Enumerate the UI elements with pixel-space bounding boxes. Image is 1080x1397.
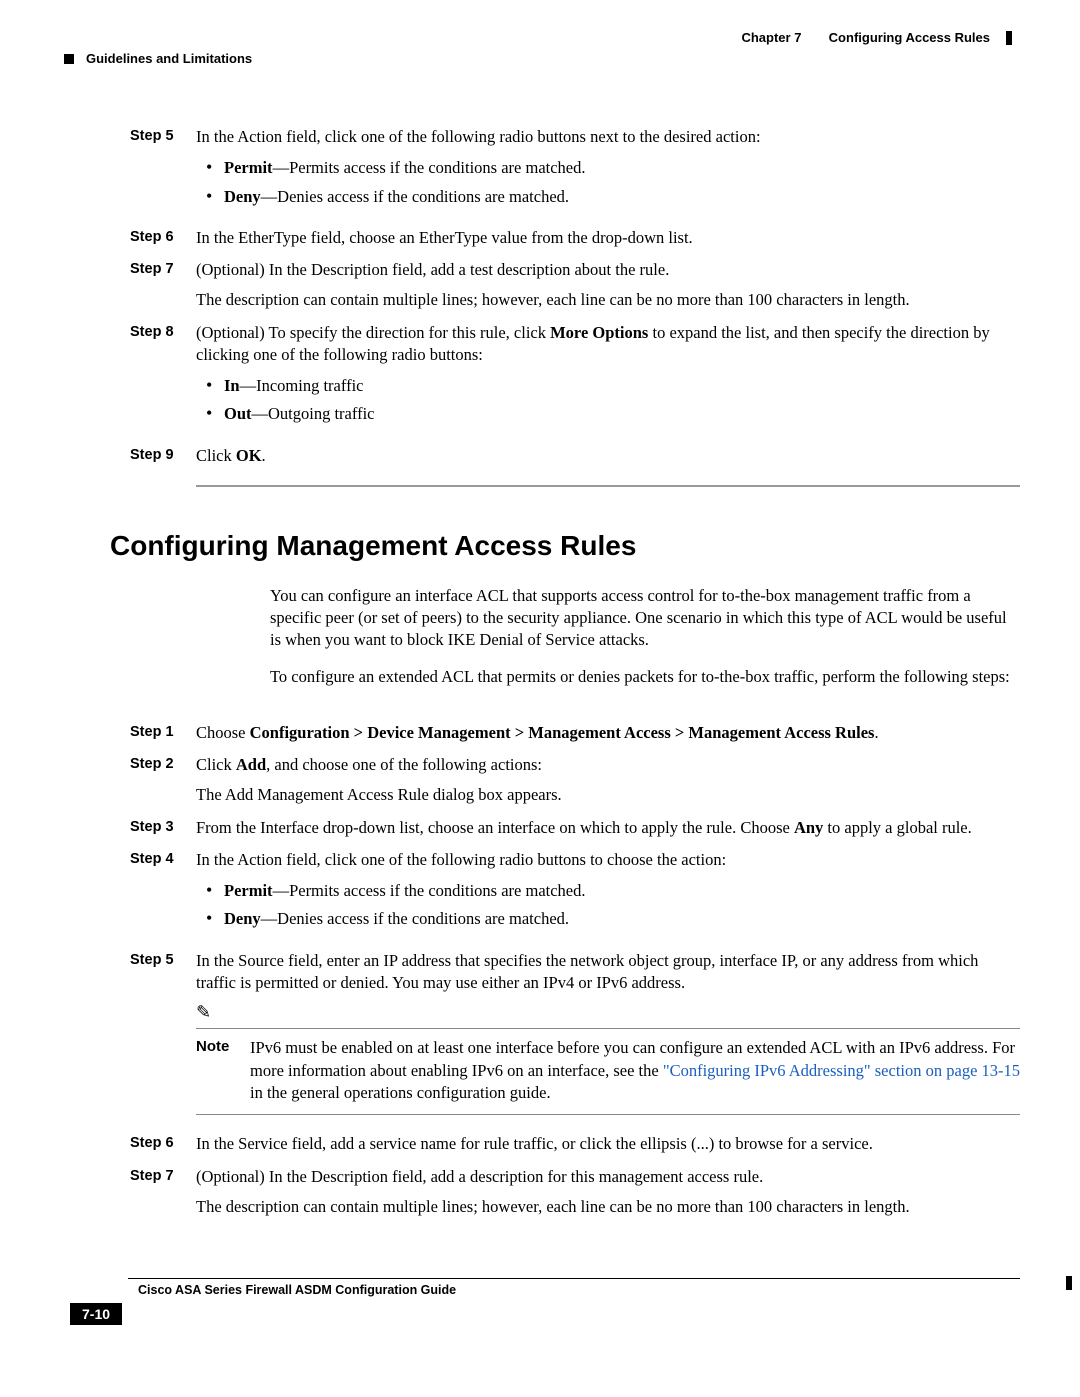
step-label: Step 1 <box>130 722 196 744</box>
section-square-icon <box>64 54 74 64</box>
step-text: In the EtherType field, choose an EtherT… <box>196 227 1020 249</box>
note-label: Note <box>196 1037 250 1104</box>
step-text: In the Service field, add a service name… <box>196 1133 1020 1155</box>
step-label: Step 6 <box>130 227 196 249</box>
page-footer: Cisco ASA Series Firewall ASDM Configura… <box>70 1278 1020 1319</box>
note-rule <box>196 1114 1020 1115</box>
step-label: Step 3 <box>130 817 196 839</box>
step-label: Step 5 <box>130 126 196 217</box>
step-text: (Optional) To specify the direction for … <box>196 322 1020 367</box>
step-label: Step 9 <box>130 445 196 467</box>
step-label: Step 8 <box>130 322 196 435</box>
step-text: In the Action field, click one of the fo… <box>196 849 1020 871</box>
step-b1: Step 1 Choose Configuration > Device Man… <box>130 722 1020 744</box>
step-5: Step 5 In the Action field, click one of… <box>130 126 1020 217</box>
step-b4: Step 4 In the Action field, click one of… <box>130 849 1020 940</box>
step-extra: The Add Management Access Rule dialog bo… <box>196 784 1020 806</box>
step-text: Click Add, and choose one of the followi… <box>196 754 1020 776</box>
bullet-permit: Permit—Permits access if the conditions … <box>224 154 1020 182</box>
footer-rule <box>128 1278 1020 1279</box>
step-extra: The description can contain multiple lin… <box>196 289 1020 311</box>
note-rule <box>196 1028 1020 1029</box>
header-end-marker <box>1006 31 1012 45</box>
note-block: Note IPv6 must be enabled on at least on… <box>196 1037 1020 1104</box>
step-8: Step 8 (Optional) To specify the directi… <box>130 322 1020 435</box>
bullet-permit: Permit—Permits access if the conditions … <box>224 877 1020 905</box>
step-text: In the Source field, enter an IP address… <box>196 950 1020 995</box>
step-label: Step 4 <box>130 849 196 940</box>
bullet-out: Out—Outgoing traffic <box>224 400 1020 428</box>
step-text: (Optional) In the Description field, add… <box>196 1166 1020 1188</box>
step-label: Step 5 <box>130 950 196 1124</box>
cross-ref-link[interactable]: "Configuring IPv6 Addressing" section on… <box>663 1061 1020 1080</box>
chapter-label: Chapter 7 <box>741 30 801 45</box>
step-extra: The description can contain multiple lin… <box>196 1196 1020 1218</box>
page-number: 7-10 <box>70 1303 122 1325</box>
step-9: Step 9 Click OK. <box>130 445 1020 467</box>
chapter-title: Configuring Access Rules <box>829 30 990 45</box>
bullet-in: In—Incoming traffic <box>224 372 1020 400</box>
bullet-deny: Deny—Denies access if the conditions are… <box>224 905 1020 933</box>
step-6: Step 6 In the EtherType field, choose an… <box>130 227 1020 249</box>
section-divider <box>196 485 1020 487</box>
footer-end-marker <box>1066 1276 1072 1290</box>
step-b5: Step 5 In the Source field, enter an IP … <box>130 950 1020 1124</box>
step-b6: Step 6 In the Service field, add a servi… <box>130 1133 1020 1155</box>
note-icon: ✎ <box>196 1000 1020 1024</box>
section-heading: Configuring Management Access Rules <box>110 527 1020 565</box>
intro-paragraph-1: You can configure an interface ACL that … <box>270 585 1020 652</box>
intro-paragraph-2: To configure an extended ACL that permit… <box>270 666 1020 688</box>
guide-title: Cisco ASA Series Firewall ASDM Configura… <box>138 1283 1020 1297</box>
step-label: Step 7 <box>130 1166 196 1219</box>
step-b3: Step 3 From the Interface drop-down list… <box>130 817 1020 839</box>
step-b7: Step 7 (Optional) In the Description fie… <box>130 1166 1020 1219</box>
step-text: In the Action field, click one of the fo… <box>196 126 1020 148</box>
step-text: From the Interface drop-down list, choos… <box>196 817 1020 839</box>
step-b2: Step 2 Click Add, and choose one of the … <box>130 754 1020 807</box>
step-text: Click OK. <box>196 445 1020 467</box>
step-label: Step 6 <box>130 1133 196 1155</box>
document-page: Chapter 7 Configuring Access Rules Guide… <box>0 0 1080 1359</box>
section-name: Guidelines and Limitations <box>86 51 252 66</box>
step-text: Choose Configuration > Device Management… <box>196 722 1020 744</box>
section-header: Guidelines and Limitations <box>64 51 1020 66</box>
bullet-deny: Deny—Denies access if the conditions are… <box>224 183 1020 211</box>
step-label: Step 7 <box>130 259 196 312</box>
step-label: Step 2 <box>130 754 196 807</box>
note-body: IPv6 must be enabled on at least one int… <box>250 1037 1020 1104</box>
running-header: Chapter 7 Configuring Access Rules <box>60 30 1020 45</box>
step-7: Step 7 (Optional) In the Description fie… <box>130 259 1020 312</box>
step-text: (Optional) In the Description field, add… <box>196 259 1020 281</box>
